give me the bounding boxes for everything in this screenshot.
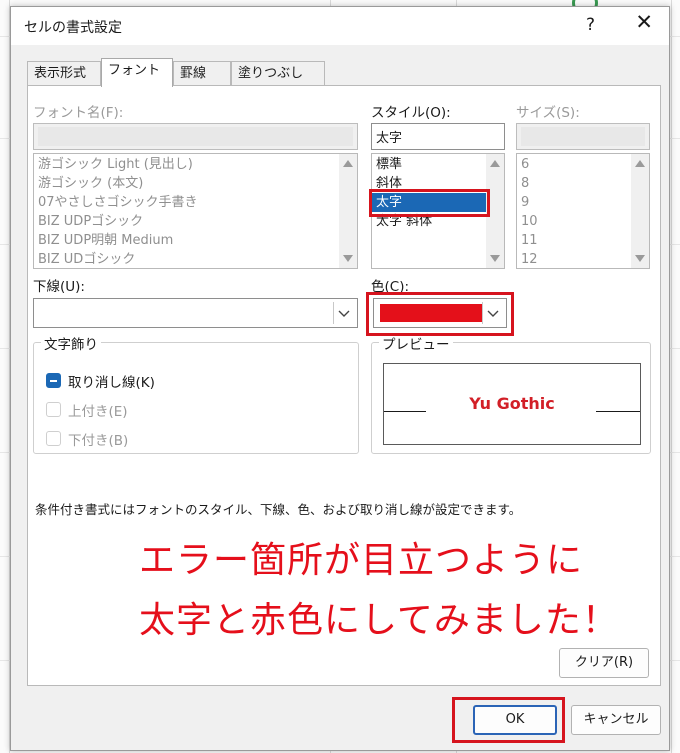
chevron-down-icon[interactable] — [335, 304, 353, 322]
list-item[interactable]: 斜体 — [372, 174, 504, 193]
style-list[interactable]: 標準 斜体 太字 太字 斜体 — [371, 153, 505, 269]
font-name-input[interactable] — [33, 123, 358, 150]
scroll-up-icon[interactable] — [343, 160, 353, 167]
title-bar: セルの書式設定 ? ✕ — [11, 7, 669, 45]
list-item[interactable]: 9 — [517, 193, 649, 212]
list-item[interactable]: 12 — [517, 250, 649, 268]
list-item[interactable]: 游ゴシック (本文) — [34, 174, 357, 193]
checkbox-icon[interactable] — [46, 402, 61, 417]
scroll-down-icon[interactable] — [343, 255, 353, 262]
style-label: スタイル(O): — [371, 105, 451, 121]
list-item[interactable]: 太字 斜体 — [372, 212, 504, 231]
size-value — [521, 127, 645, 146]
scroll-down-icon[interactable] — [490, 255, 500, 262]
checkbox-icon[interactable] — [46, 431, 61, 446]
list-item-selected[interactable]: 太字 — [372, 193, 486, 212]
strikethrough-label: 取り消し線(K) — [68, 375, 155, 391]
size-list-scrollbar[interactable] — [631, 154, 649, 268]
style-input[interactable]: 太字 — [371, 123, 505, 150]
superscript-label: 上付き(E) — [68, 404, 128, 420]
list-item[interactable]: 游ゴシック Light (見出し) — [34, 155, 357, 174]
tab-border[interactable]: 罫線 — [173, 61, 231, 86]
preview-box: Yu Gothic — [383, 363, 641, 445]
ok-button[interactable]: OK — [473, 705, 557, 735]
underline-label: 下線(U): — [33, 279, 85, 295]
preview-text: Yu Gothic — [469, 394, 555, 413]
color-label: 色(C): — [371, 279, 410, 295]
chevron-down-icon[interactable] — [484, 304, 502, 322]
checkbox-checked-icon[interactable] — [46, 373, 61, 388]
preview-caption: プレビュー — [379, 333, 453, 353]
cancel-button[interactable]: キャンセル — [571, 705, 661, 735]
list-item[interactable]: 標準 — [372, 155, 504, 174]
font-name-value — [38, 127, 353, 146]
info-text: 条件付き書式にはフォントのスタイル、下線、色、および取り消し線が設定できます。 — [35, 502, 522, 517]
list-item[interactable]: BIZ UDゴシック — [34, 250, 357, 268]
font-name-label: フォント名(F): — [33, 105, 124, 121]
scroll-up-icon[interactable] — [635, 160, 645, 167]
tab-font[interactable]: フォント — [101, 58, 173, 87]
list-item[interactable]: BIZ UDP明朝 Medium — [34, 231, 357, 250]
font-name-list[interactable]: 游ゴシック Light (見出し) 游ゴシック (本文) 07やさしさゴシック手… — [33, 153, 358, 269]
annotation-line-1: エラー箇所が目立つように — [139, 540, 584, 581]
close-icon[interactable]: ✕ — [635, 12, 653, 33]
color-swatch — [380, 304, 483, 322]
list-item[interactable]: 10 — [517, 212, 649, 231]
tab-number-format[interactable]: 表示形式 — [27, 61, 101, 86]
list-item[interactable]: 11 — [517, 231, 649, 250]
subscript-label: 下付き(B) — [68, 433, 129, 449]
effects-caption: 文字飾り — [41, 333, 101, 353]
scroll-up-icon[interactable] — [490, 160, 500, 167]
size-label: サイズ(S): — [516, 105, 580, 121]
font-list-scrollbar[interactable] — [339, 154, 357, 268]
dialog-title: セルの書式設定 — [24, 20, 122, 36]
help-button[interactable]: ? — [586, 15, 595, 35]
tab-fill[interactable]: 塗りつぶし — [231, 61, 325, 86]
list-item[interactable]: 07やさしさゴシック手書き — [34, 193, 357, 212]
list-item[interactable]: BIZ UDPゴシック — [34, 212, 357, 231]
size-list[interactable]: 6 8 9 10 11 12 — [516, 153, 650, 269]
size-input[interactable] — [516, 123, 650, 150]
effects-group: 文字飾り 取り消し線(K) 上付き(E) 下付き(B) — [33, 333, 359, 454]
annotation-line-2: 太字と赤色にしてみました！ — [139, 600, 619, 641]
list-item[interactable]: 6 — [517, 155, 649, 174]
list-item[interactable]: 8 — [517, 174, 649, 193]
format-cells-dialog: セルの書式設定 ? ✕ 表示形式 フォント 罫線 塗りつぶし フォント名(F):… — [10, 6, 670, 751]
clear-button[interactable]: クリア(R) — [559, 648, 649, 678]
scroll-down-icon[interactable] — [635, 255, 645, 262]
style-list-scrollbar[interactable] — [486, 154, 504, 268]
color-select[interactable] — [373, 298, 507, 328]
underline-select[interactable] — [33, 298, 358, 328]
